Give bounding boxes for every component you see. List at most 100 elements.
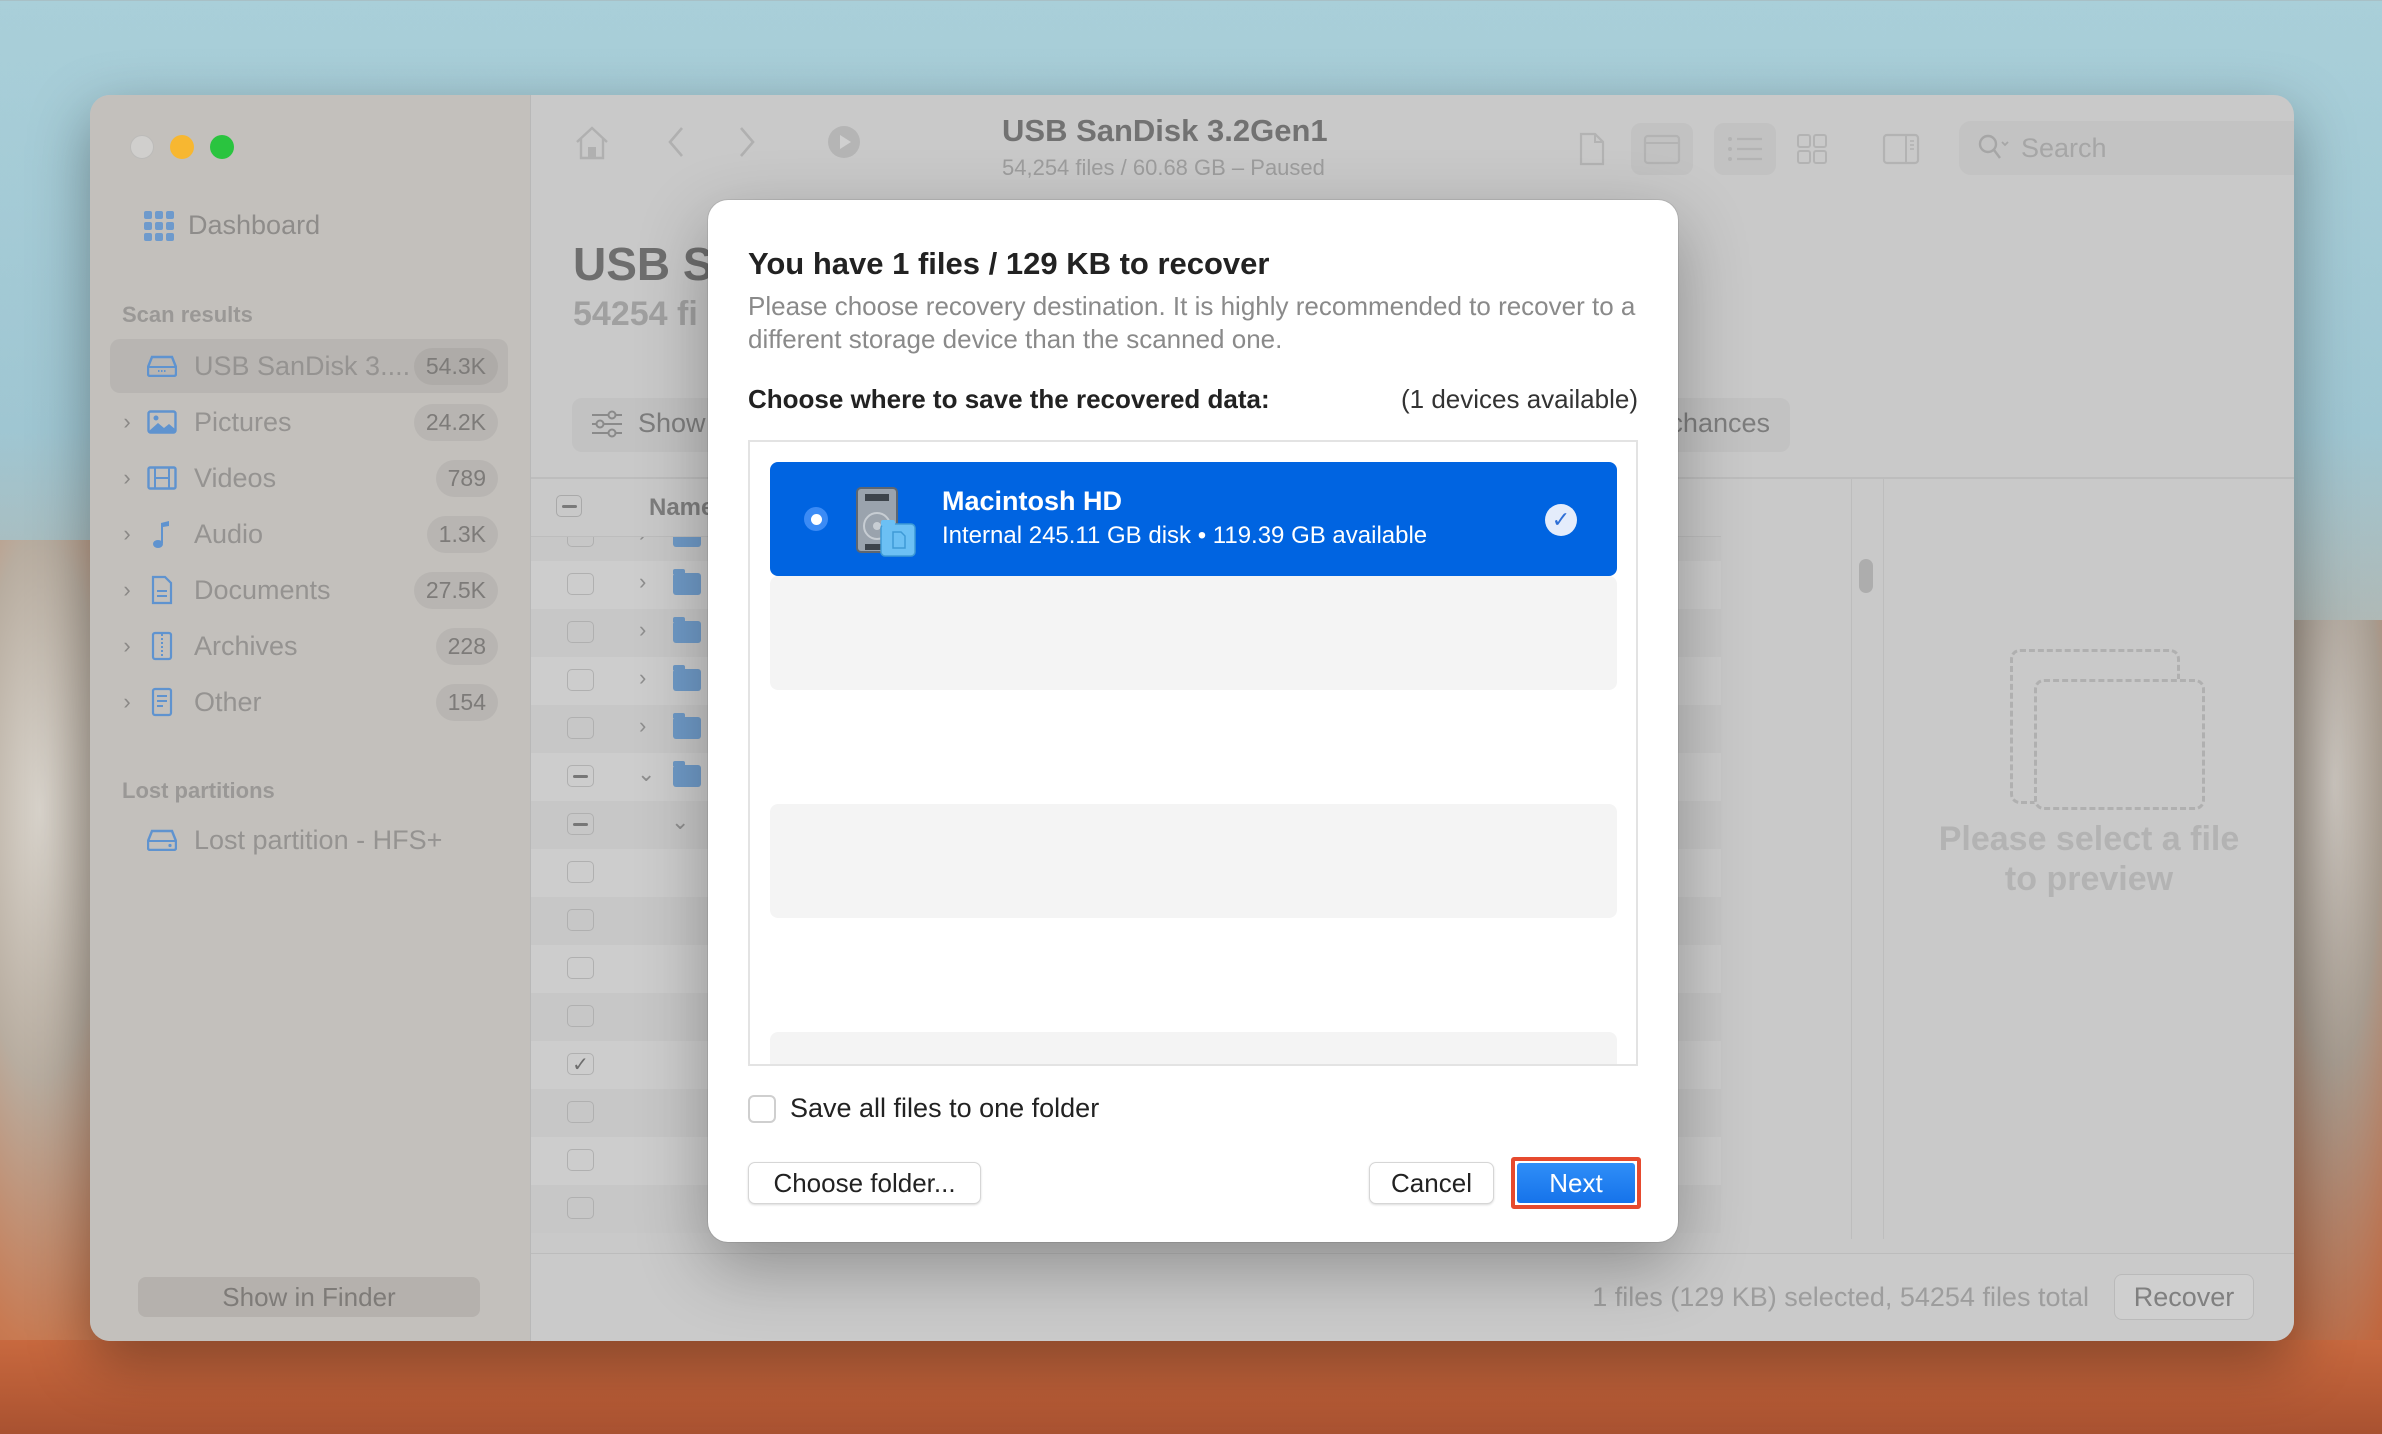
folder-view-button[interactable]	[1631, 123, 1693, 175]
sidebar-item-lost-partition[interactable]: Lost partition - HFS+	[110, 813, 508, 867]
preview-panel-toggle-button[interactable]	[1870, 123, 1932, 175]
file-view-button[interactable]	[1561, 123, 1623, 175]
expand-chevron-icon[interactable]: ›	[639, 713, 646, 739]
column-header-name[interactable]: Name	[649, 494, 714, 522]
choose-destination-label: Choose where to save the recovered data:	[748, 384, 1270, 414]
row-checkbox[interactable]	[567, 1197, 594, 1219]
chevron-right-icon[interactable]: ›	[110, 689, 144, 715]
device-info: Internal 245.11 GB disk • 119.39 GB avai…	[942, 522, 1428, 549]
sidebar-item-label: Videos	[194, 462, 277, 493]
expand-chevron-icon[interactable]: ›	[639, 537, 646, 547]
next-button[interactable]: Next	[1517, 1163, 1635, 1203]
list-icon	[1728, 137, 1762, 161]
checkmark-icon: ✓	[1545, 504, 1577, 536]
row-checkbox[interactable]	[567, 1149, 594, 1171]
scrollbar-thumb[interactable]	[1859, 559, 1873, 593]
sidebar-item-dashboard[interactable]: Dashboard	[144, 210, 320, 241]
show-filter-button[interactable]: Show	[590, 408, 706, 439]
film-icon	[144, 463, 180, 493]
toolbar: USB SanDisk 3.2Gen1 54,254 files / 60.68…	[531, 95, 2294, 195]
sidebar-item-count: 789	[435, 459, 498, 497]
row-checkbox[interactable]	[567, 621, 594, 643]
search-input[interactable]: Search	[1959, 121, 2294, 175]
desktop-wallpaper-bottom	[0, 1340, 2382, 1434]
row-checkbox[interactable]	[567, 909, 594, 931]
grid-view-button[interactable]	[1781, 123, 1843, 175]
chevron-right-icon[interactable]: ›	[110, 521, 144, 547]
device-radio-selected[interactable]	[804, 507, 828, 531]
chevron-right-icon[interactable]: ›	[110, 465, 144, 491]
folder-icon	[1643, 134, 1681, 165]
search-icon	[1978, 134, 2009, 159]
row-checkbox[interactable]	[567, 1005, 594, 1027]
select-all-checkbox[interactable]	[556, 495, 582, 517]
sidebar-item-label: Documents	[194, 574, 331, 605]
list-view-button[interactable]	[1714, 123, 1776, 175]
row-checkbox-checked[interactable]: ✓	[567, 1053, 594, 1076]
row-checkbox[interactable]	[567, 669, 594, 691]
expand-chevron-icon[interactable]: ›	[639, 665, 646, 691]
row-checkbox[interactable]	[567, 717, 594, 739]
checkbox-unchecked[interactable]	[748, 1094, 776, 1123]
close-window-button[interactable]	[130, 135, 154, 159]
sidebar-item-count: 54.3K	[413, 347, 498, 385]
chevron-right-icon[interactable]: ›	[110, 409, 144, 435]
next-button-highlight: Next	[1511, 1157, 1641, 1209]
save-to-one-folder-checkbox[interactable]: Save all files to one folder	[748, 1093, 1099, 1124]
sidebar-item-label: Audio	[194, 518, 264, 549]
search-placeholder: Search	[2021, 132, 2107, 163]
sidebar-panel-icon	[1882, 133, 1920, 165]
devices-available-count: (1 devices available)	[1400, 384, 1638, 414]
sidebar-item-archives[interactable]: › Archives 228	[110, 619, 508, 673]
grid-icon	[1797, 134, 1827, 164]
maximize-window-button[interactable]	[210, 135, 234, 159]
row-checkbox-mixed[interactable]	[567, 813, 594, 835]
row-checkbox[interactable]	[567, 573, 594, 595]
device-list: Macintosh HD Internal 245.11 GB disk • 1…	[748, 440, 1638, 1066]
recover-button[interactable]: Recover	[2114, 1274, 2254, 1320]
expand-chevron-icon[interactable]: ›	[639, 617, 646, 643]
device-row-empty	[770, 576, 1617, 690]
sidebar-item-pictures[interactable]: › Pictures 24.2K	[110, 395, 508, 449]
sidebar-item-label: USB SanDisk 3....	[194, 350, 411, 381]
home-icon[interactable]	[573, 125, 611, 170]
cancel-button[interactable]: Cancel	[1369, 1162, 1494, 1204]
folder-icon	[673, 569, 701, 595]
back-chevron-icon[interactable]	[666, 125, 686, 168]
chevron-right-icon[interactable]: ›	[110, 633, 144, 659]
dialog-title: You have 1 files / 129 KB to recover	[748, 246, 1270, 281]
forward-chevron-icon[interactable]	[737, 125, 757, 168]
file-list-scrollbar[interactable]	[1851, 479, 1881, 1239]
preview-pane: Please select a file to preview	[1883, 479, 2294, 1239]
minimize-window-button[interactable]	[170, 135, 194, 159]
row-checkbox[interactable]	[567, 957, 594, 979]
collapse-chevron-icon[interactable]: ⌄	[637, 761, 655, 787]
folder-icon	[673, 665, 701, 691]
expand-chevron-icon[interactable]: ›	[639, 569, 646, 595]
sliders-icon	[592, 410, 622, 437]
dashboard-grid-icon	[144, 210, 174, 241]
collapse-chevron-icon[interactable]: ⌄	[671, 809, 689, 835]
row-checkbox[interactable]	[567, 861, 594, 883]
sidebar-item-documents[interactable]: › Documents 27.5K	[110, 563, 508, 617]
choose-folder-button[interactable]: Choose folder...	[748, 1162, 981, 1204]
sidebar-item-other[interactable]: › Other 154	[110, 675, 508, 729]
resume-scan-play-icon[interactable]	[827, 125, 861, 168]
device-row-macintosh-hd[interactable]: Macintosh HD Internal 245.11 GB disk • 1…	[770, 462, 1617, 576]
chevron-right-icon[interactable]: ›	[110, 577, 144, 603]
sidebar-item-count: 228	[435, 627, 498, 665]
row-checkbox-mixed[interactable]	[567, 765, 594, 787]
row-checkbox[interactable]	[567, 537, 594, 547]
save-to-one-folder-label: Save all files to one folder	[790, 1093, 1100, 1123]
sidebar-item-audio[interactable]: › Audio 1.3K	[110, 507, 508, 561]
other-file-icon	[144, 687, 180, 717]
row-checkbox[interactable]	[567, 1101, 594, 1123]
sidebar-item-videos[interactable]: › Videos 789	[110, 451, 508, 505]
sidebar-item-usb-sandisk[interactable]: USB SanDisk 3.... 54.3K	[110, 339, 508, 393]
show-in-finder-button[interactable]: Show in Finder	[138, 1277, 480, 1317]
folder-icon	[673, 713, 701, 739]
recovery-chances-filter[interactable]: chances	[1669, 408, 1770, 439]
device-row-empty	[770, 1032, 1617, 1064]
preview-placeholder-text: Please select a file to preview	[1884, 819, 2294, 899]
sidebar-item-label: Pictures	[194, 406, 292, 437]
